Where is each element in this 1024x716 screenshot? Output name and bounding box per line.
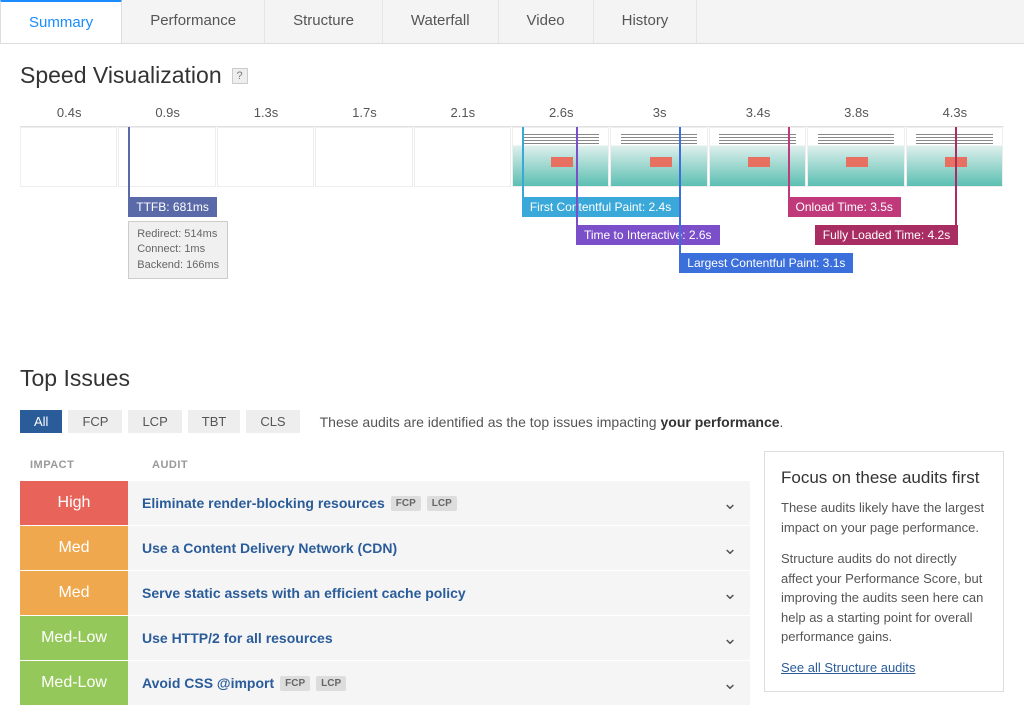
filmstrip [20,127,1004,187]
timeline-tick: 3.8s [807,99,905,126]
filmstrip-frame [414,127,511,187]
audit-tag: FCP [280,676,310,691]
audit-cell: Serve static assets with an efficient ca… [128,571,710,615]
timeline-tick: 4.3s [906,99,1004,126]
tab-history[interactable]: History [594,0,698,43]
audit-tag: LCP [427,496,457,511]
structure-audits-link[interactable]: See all Structure audits [781,660,915,675]
issues-table: IMPACT AUDIT HighEliminate render-blocki… [20,451,750,706]
onload-marker-label[interactable]: Onload Time: 3.5s [788,197,901,217]
issue-row[interactable]: Med-Low Use HTTP/2 for all resources ⌄ [20,616,750,661]
filmstrip-frame [20,127,117,187]
audit-name: Use HTTP/2 for all resources [142,630,333,646]
timeline-tick: 1.3s [217,99,315,126]
ttfb-details: Redirect: 514msConnect: 1msBackend: 166m… [128,221,228,279]
lcp-marker-line [679,127,681,265]
fully-marker-line [955,127,957,237]
timeline-tick: 1.7s [315,99,413,126]
filmstrip-frame [315,127,412,187]
timeline-tick: 2.1s [414,99,512,126]
markers-area: TTFB: 681ms First Contentful Paint: 2.4s T… [20,187,1004,327]
filmstrip-frame [610,127,707,187]
chevron-down-icon[interactable]: ⌄ [710,526,750,570]
issues-header: IMPACT AUDIT [20,451,750,481]
focus-p1: These audits likely have the largest imp… [781,498,987,537]
audit-cell: Eliminate render-blocking resources FCP LC… [128,481,710,525]
tti-marker-label[interactable]: Time to Interactive: 2.6s [576,225,720,245]
tti-marker-line [576,127,578,237]
chevron-down-icon[interactable]: ⌄ [710,661,750,705]
tab-summary[interactable]: Summary [0,0,122,43]
lcp-marker-label[interactable]: Largest Contentful Paint: 3.1s [679,253,853,273]
impact-badge: Med-Low [20,661,128,705]
impact-badge: Med [20,571,128,615]
timeline-tick: 3.4s [709,99,807,126]
filmstrip-frame [512,127,609,187]
chevron-down-icon[interactable]: ⌄ [710,616,750,660]
impact-badge: Med-Low [20,616,128,660]
audit-name: Avoid CSS @import [142,675,274,691]
filmstrip-frame [709,127,806,187]
chevron-down-icon[interactable]: ⌄ [710,481,750,525]
main-tabs: SummaryPerformanceStructureWaterfallVide… [0,0,1024,44]
audit-name: Serve static assets with an efficient ca… [142,585,466,601]
audit-cell: Use a Content Delivery Network (CDN) [128,526,710,570]
speed-viz-heading: Speed Visualization ? [0,44,1024,99]
filmstrip-frame [118,127,215,187]
fcp-marker-label[interactable]: First Contentful Paint: 2.4s [522,197,679,217]
speed-visualization: 0.4s0.9s1.3s1.7s2.1s2.6s3s3.4s3.8s4.3s T… [0,99,1024,347]
filmstrip-frame [807,127,904,187]
top-issues-title: Top Issues [20,365,130,392]
timeline-tick: 3s [610,99,708,126]
chevron-down-icon[interactable]: ⌄ [710,571,750,615]
tab-performance[interactable]: Performance [122,0,265,43]
filter-pill-fcp[interactable]: FCP [68,410,122,433]
issue-row[interactable]: Med Serve static assets with an efficient… [20,571,750,616]
focus-p2: Structure audits do not directly affect … [781,549,987,647]
issue-row[interactable]: Med Use a Content Delivery Network (CDN) ⌄ [20,526,750,571]
audit-tag: LCP [316,676,346,691]
audit-cell: Use HTTP/2 for all resources [128,616,710,660]
tab-video[interactable]: Video [499,0,594,43]
impact-badge: Med [20,526,128,570]
tab-structure[interactable]: Structure [265,0,383,43]
fully-marker-label[interactable]: Fully Loaded Time: 4.2s [815,225,958,245]
filter-pill-lcp[interactable]: LCP [128,410,181,433]
filter-pill-all[interactable]: All [20,410,62,433]
issues-layout: IMPACT AUDIT HighEliminate render-blocki… [0,451,1024,706]
issue-row[interactable]: High Eliminate render-blocking resources F… [20,481,750,526]
speed-viz-title: Speed Visualization [20,62,222,89]
filter-description: These audits are identified as the top i… [320,414,784,430]
tab-waterfall[interactable]: Waterfall [383,0,499,43]
filter-row: All FCP LCP TBTCLS These audits are identifi… [0,402,1024,451]
filmstrip-frame [217,127,314,187]
timeline-tick: 0.4s [20,99,118,126]
header-impact: IMPACT [30,459,138,471]
audit-tag: FCP [391,496,421,511]
top-issues-heading: Top Issues [0,347,1024,402]
help-icon[interactable]: ? [232,68,248,84]
focus-title: Focus on these audits first [781,468,987,488]
filter-pill-cls[interactable]: CLS [246,410,299,433]
impact-badge: High [20,481,128,525]
timeline-tick: 0.9s [118,99,216,126]
issue-row[interactable]: Med-Low Avoid CSS @import FCP LCP ⌄ [20,661,750,706]
audit-name: Use a Content Delivery Network (CDN) [142,540,397,556]
audit-cell: Avoid CSS @import FCP LCP [128,661,710,705]
header-audit: AUDIT [138,459,188,471]
audit-name: Eliminate render-blocking resources [142,495,385,511]
ttfb-marker-label[interactable]: TTFB: 681ms [128,197,217,217]
timeline-tick: 2.6s [512,99,610,126]
filter-pill-tbt[interactable]: TBT [188,410,241,433]
timeline-ticks: 0.4s0.9s1.3s1.7s2.1s2.6s3s3.4s3.8s4.3s [20,99,1004,127]
focus-panel: Focus on these audits first These audits… [764,451,1004,692]
